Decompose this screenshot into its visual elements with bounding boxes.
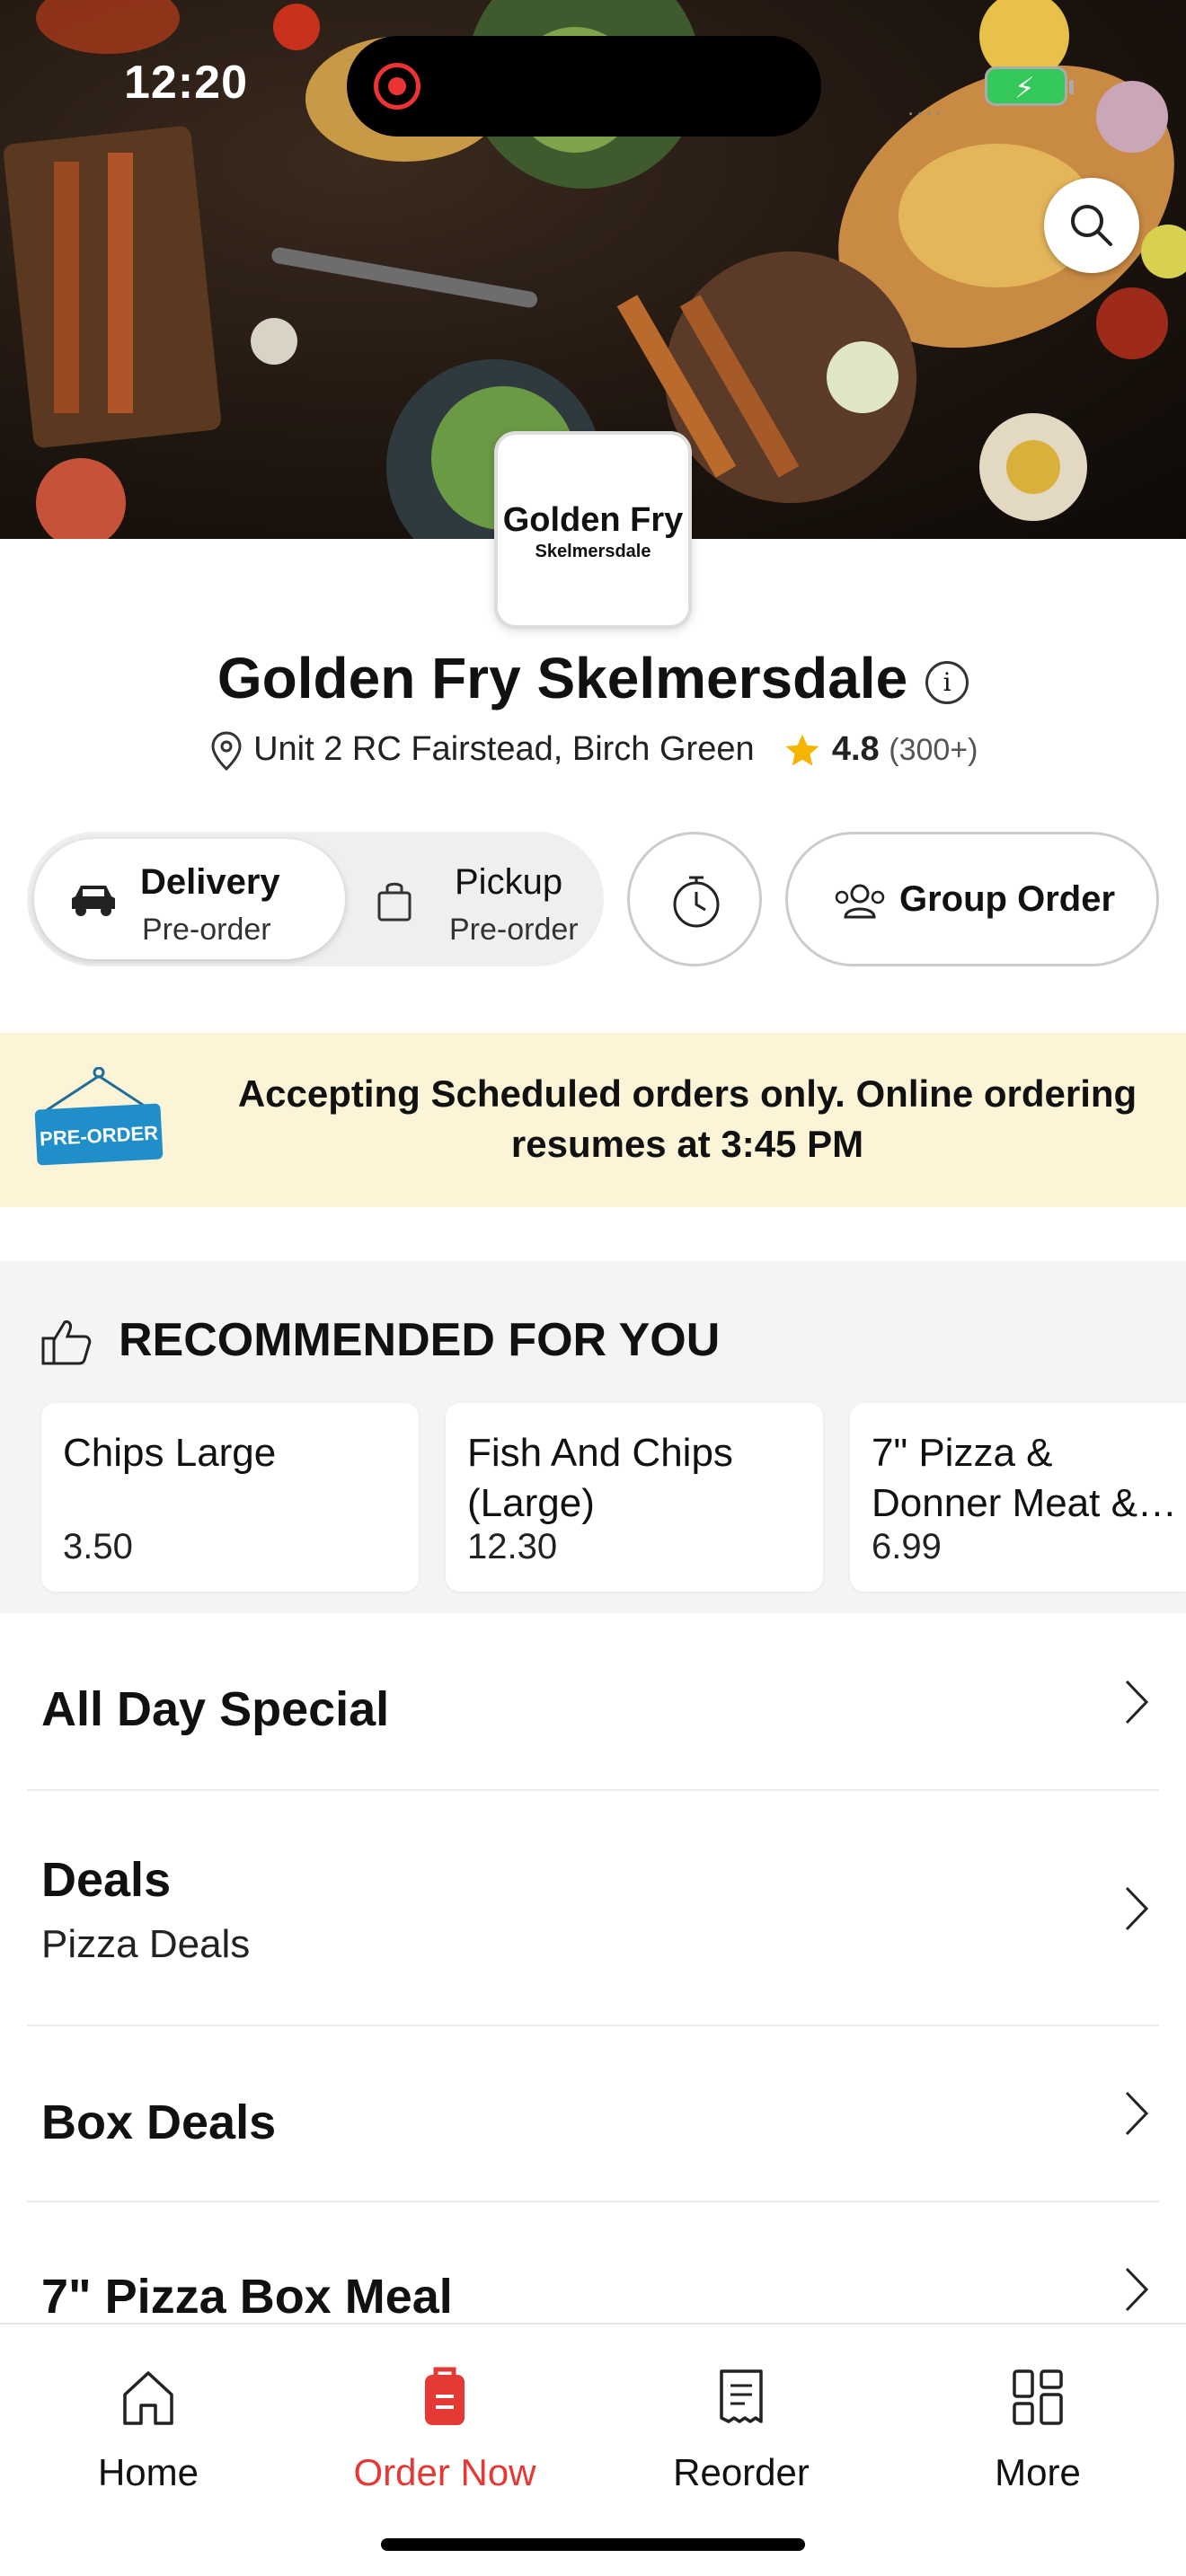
- recommended-item-name: Chips Large: [63, 1431, 277, 1475]
- location-pin-icon: [211, 731, 242, 772]
- status-bar-time: 12:20: [124, 57, 248, 109]
- nav-reorder-label: Reorder: [673, 2451, 810, 2493]
- recommended-item-card[interactable]: 7" Pizza & Donner Meat &… 6.99: [850, 1403, 1186, 1592]
- nav-more[interactable]: More: [890, 2366, 1186, 2494]
- nav-home-label: Home: [97, 2451, 199, 2493]
- category-row-7-pizza-box-meal[interactable]: 7" Pizza Box Meal: [27, 2202, 1159, 2323]
- recommended-title: RECOMMENDED FOR YOU: [119, 1314, 721, 1366]
- thumbs-up-icon: [41, 1320, 92, 1365]
- category-name: Deals: [41, 1853, 172, 1907]
- shopping-bag-icon: [377, 882, 412, 922]
- rating-count: (300+): [889, 733, 978, 768]
- info-icon[interactable]: i: [925, 661, 969, 705]
- recommended-item-name: Fish And Chips (Large): [467, 1431, 733, 1525]
- restaurant-name: Golden Fry Skelmersdale: [217, 646, 908, 710]
- order-mode-toggle: Delivery Pre-order Pickup Pre-order: [27, 832, 604, 966]
- category-name: All Day Special: [41, 1682, 390, 1736]
- search-icon: [1071, 205, 1112, 246]
- chevron-right-icon: [1125, 1680, 1149, 1725]
- pickup-label: Pickup: [455, 862, 563, 902]
- pickup-sublabel: Pre-order: [449, 913, 579, 947]
- order-bag-icon: [425, 2367, 465, 2425]
- dynamic-island: [347, 36, 821, 137]
- logo-subtitle: Skelmersdale: [535, 542, 651, 561]
- nav-home[interactable]: Home: [0, 2366, 296, 2494]
- category-row-all-day-special[interactable]: All Day Special: [27, 1613, 1159, 1791]
- delivery-sublabel: Pre-order: [142, 913, 271, 947]
- nav-reorder[interactable]: Reorder: [593, 2366, 890, 2494]
- group-order-label: Group Order: [899, 879, 1116, 919]
- address-rating-row: Unit 2 RC Fairstead, Birch Green 4.8 (30…: [0, 729, 1186, 772]
- search-button[interactable]: [1044, 178, 1139, 273]
- delivery-option[interactable]: Delivery Pre-order: [34, 839, 345, 959]
- preorder-sign-icon: PRE-ORDER: [34, 1067, 164, 1166]
- home-indicator[interactable]: [381, 2538, 805, 2551]
- grid-icon: [1013, 2369, 1063, 2425]
- chevron-right-icon: [1125, 2267, 1149, 2312]
- category-name: Box Deals: [41, 2095, 277, 2149]
- restaurant-name-heading: Golden Fry Skelmersdale i: [0, 645, 1186, 711]
- recommended-item-card[interactable]: Fish And Chips (Large) 12.30: [446, 1403, 823, 1592]
- chevron-right-icon: [1125, 2091, 1149, 2136]
- category-name: 7" Pizza Box Meal: [41, 2270, 453, 2323]
- preorder-message: Accepting Scheduled orders only. Online …: [237, 1072, 1137, 1165]
- car-icon: [72, 886, 115, 916]
- category-row-box-deals[interactable]: Box Deals: [27, 2026, 1159, 2202]
- screen-record-icon: [374, 63, 420, 110]
- recommended-item-name: 7" Pizza & Donner Meat &…: [872, 1431, 1177, 1525]
- category-subtitle: Pizza Deals: [41, 1922, 251, 1966]
- battery-charging-icon: ⚡: [985, 66, 1074, 106]
- recommended-item-price: 6.99: [872, 1527, 942, 1566]
- pickup-option[interactable]: Pickup Pre-order: [350, 839, 598, 959]
- receipt-icon: [720, 2369, 763, 2423]
- rating-value: 4.8: [831, 730, 880, 769]
- nav-order-now-label: Order Now: [353, 2451, 536, 2493]
- nav-order-now[interactable]: Order Now: [296, 2366, 593, 2494]
- group-order-button[interactable]: Group Order: [785, 832, 1159, 966]
- cellular-signal-icon: ....: [907, 93, 944, 120]
- logo-title: Golden Fry: [502, 501, 684, 539]
- recommended-item-price: 12.30: [467, 1527, 558, 1566]
- recommended-item-card[interactable]: Chips Large 3.50: [41, 1403, 419, 1592]
- nav-more-label: More: [995, 2451, 1081, 2493]
- chevron-right-icon: [1125, 1886, 1149, 1931]
- restaurant-logo: Golden Fry Skelmersdale: [494, 431, 692, 629]
- category-row-deals[interactable]: Deals Pizza Deals: [27, 1791, 1159, 2026]
- delivery-label: Delivery: [140, 862, 280, 902]
- home-icon: [123, 2371, 173, 2425]
- restaurant-address: Unit 2 RC Fairstead, Birch Green: [253, 730, 755, 769]
- recommended-item-price: 3.50: [63, 1527, 133, 1566]
- stopwatch-icon: [673, 876, 720, 928]
- group-users-icon: [835, 884, 885, 919]
- star-icon: [785, 734, 819, 766]
- schedule-button[interactable]: [627, 832, 762, 966]
